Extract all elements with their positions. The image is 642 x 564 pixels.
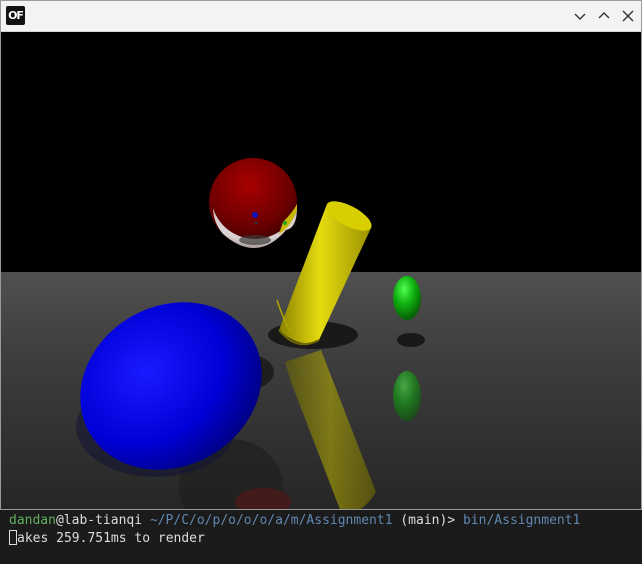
prompt-command: bin/Assignment1 xyxy=(462,513,581,528)
render-viewport xyxy=(1,32,641,509)
close-button[interactable] xyxy=(620,8,636,24)
prompt-user: dandan xyxy=(9,513,56,528)
chevron-down-icon xyxy=(574,13,586,20)
terminal-prompt-line: dandan@lab-tianqi ~/P/C/o/p/o/o/o/a/m/As… xyxy=(9,512,580,530)
terminal-panel[interactable]: dandan@lab-tianqi ~/P/C/o/p/o/o/o/a/m/As… xyxy=(0,510,642,552)
maximize-button[interactable] xyxy=(596,8,612,24)
render-time-output: akes 259.751ms to render xyxy=(17,531,205,546)
title-bar[interactable]: OF xyxy=(1,1,641,32)
prompt-branch: (main)> xyxy=(400,513,456,528)
prompt-host: @lab-tianqi xyxy=(55,513,143,528)
chevron-up-icon xyxy=(598,12,610,19)
close-icon xyxy=(622,10,634,22)
raytraced-scene xyxy=(1,158,641,509)
terminal-output-line: akes 259.751ms to render xyxy=(9,530,205,548)
openframeworks-logo-icon: OF xyxy=(6,6,25,25)
terminal-cursor xyxy=(9,530,17,545)
app-window: OF xyxy=(0,0,642,510)
red-reflective-sphere xyxy=(209,158,297,249)
green-sphere xyxy=(393,276,421,320)
prompt-path: ~/P/C/o/p/o/o/o/a/m/Assignment1 xyxy=(149,513,393,528)
minimize-button[interactable] xyxy=(572,8,588,24)
